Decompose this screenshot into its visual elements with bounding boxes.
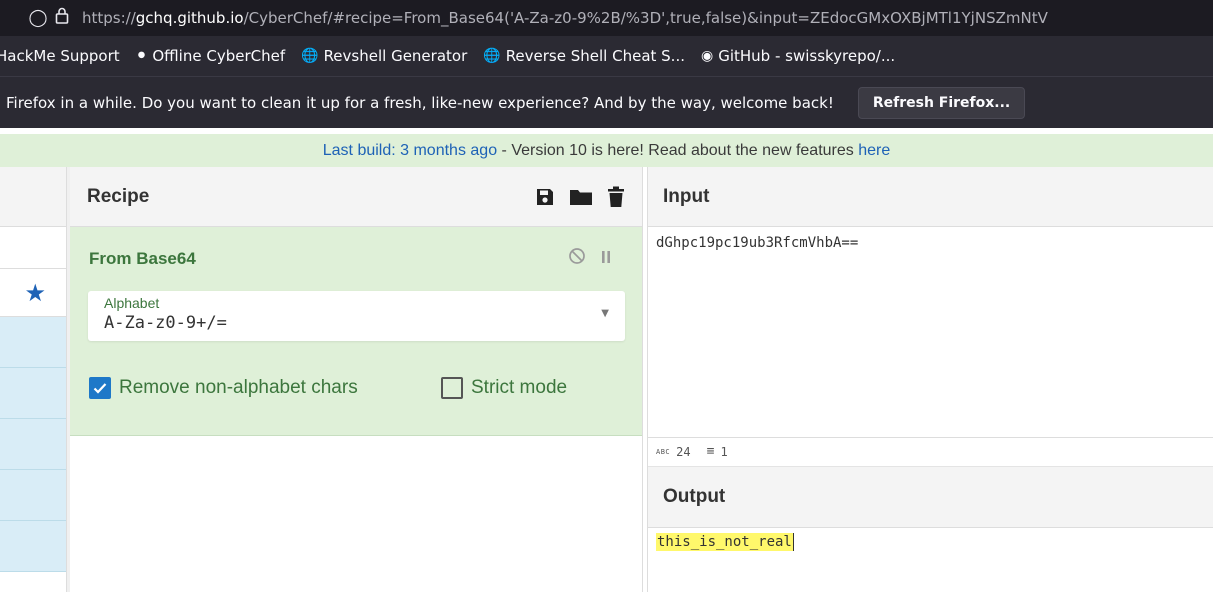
disable-icon[interactable] [568,247,586,269]
input-lines: 1 [720,444,728,459]
alphabet-select[interactable]: Alphabet A-Za-z0-9+/= ▼ [88,291,625,341]
refresh-notification-bar: Firefox in a while. Do you want to clean… [0,76,1213,128]
shield-icon[interactable]: ◯ [26,8,50,28]
category-item[interactable] [0,470,66,521]
alphabet-value: A-Za-z0-9+/= [104,313,227,333]
trash-icon[interactable] [607,186,625,208]
build-banner: Last build: 3 months ago - Version 10 is… [0,134,1213,167]
github-icon: ◉ [700,48,714,64]
operations-pane: ★ [0,167,67,592]
banner-text: - Version 10 is here! Read about the new… [497,141,859,159]
bookmark-offline-cyberchef[interactable]: ⚫ Offline CyberChef [136,47,285,65]
favourites-category[interactable]: ★ [0,269,66,317]
io-pane: Input dGhpc19pc19ub3RfcmVhbA== ABC 24 ≡ … [647,167,1213,592]
category-item[interactable] [0,419,66,470]
globe-icon: 🌐 [301,48,319,64]
bookmark-github[interactable]: ◉ GitHub - swisskyrepo/... [701,47,895,65]
operation-title: From Base64 [89,249,196,268]
bookmark-hackme-support[interactable]: HackMe Support [0,47,120,65]
strict-mode-checkbox[interactable]: Strict mode [441,377,567,399]
save-icon[interactable] [535,187,555,207]
checkbox-unchecked-icon[interactable] [441,377,463,399]
bookmark-revshell-generator[interactable]: 🌐 Revshell Generator [301,47,467,65]
chef-hat-icon: ⚫ [135,48,148,64]
url-text[interactable]: https://gchq.github.io/CyberChef/#recipe… [82,9,1048,27]
category-item[interactable] [0,317,66,368]
bookmarks-bar: HackMe Support ⚫ Offline CyberChef 🌐 Revsh… [0,36,1213,76]
browser-url-bar[interactable]: ◯ https://gchq.github.io/CyberChef/#reci… [0,0,1213,36]
folder-icon[interactable] [569,187,593,207]
checkbox-checked-icon[interactable] [89,377,111,399]
recipe-pane: Recipe From Base64 Alphabet A-Za-z0-9+/=… [70,167,643,592]
input-header: Input [648,167,1213,227]
input-textarea[interactable]: dGhpc19pc19ub3RfcmVhbA== [656,235,858,251]
lock-icon[interactable] [50,7,74,29]
input-title: Input [663,185,710,207]
lines-icon: ≡ [706,444,715,459]
output-header: Output [648,466,1213,528]
operations-search[interactable] [0,227,66,269]
input-length: 24 [676,444,691,459]
alphabet-label: Alphabet [104,295,160,311]
notification-message: Firefox in a while. Do you want to clean… [6,93,834,112]
operations-header [0,167,66,227]
recipe-title: Recipe [87,185,150,207]
from-base64-operation[interactable]: From Base64 Alphabet A-Za-z0-9+/= ▼ Remo… [70,227,642,436]
refresh-firefox-button[interactable]: Refresh Firefox... [857,86,1026,119]
pause-icon[interactable] [600,249,612,268]
strict-mode-label: Strict mode [471,377,568,398]
chevron-down-icon: ▼ [601,308,609,319]
star-icon: ★ [24,279,46,307]
last-build-link[interactable]: Last build: 3 months ago [323,142,497,160]
bookmark-reverse-shell-cheat[interactable]: 🌐 Reverse Shell Cheat S... [483,47,685,65]
globe-icon: 🌐 [483,48,501,64]
remove-non-alphabet-label: Remove non-alphabet chars [119,377,358,398]
category-item[interactable] [0,521,66,572]
features-link[interactable]: here [858,142,890,160]
output-title: Output [663,486,726,507]
input-status-bar: ABC 24 ≡ 1 [648,437,1213,465]
abc-icon: ABC [656,447,671,456]
output-text[interactable]: this_is_not_real [656,533,794,551]
recipe-header: Recipe [70,167,642,227]
remove-non-alphabet-checkbox[interactable]: Remove non-alphabet chars [89,377,358,399]
category-item[interactable] [0,368,66,419]
